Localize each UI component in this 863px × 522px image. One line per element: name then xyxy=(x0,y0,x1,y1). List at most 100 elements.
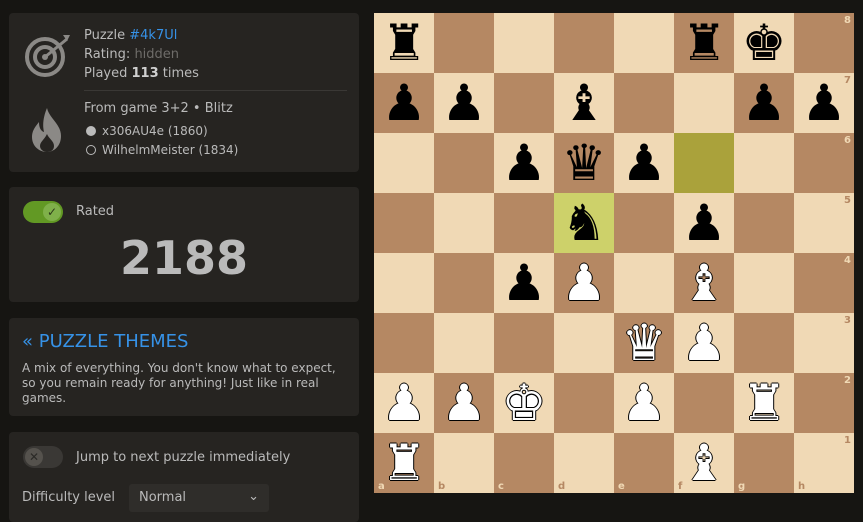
square-g3[interactable] xyxy=(734,313,794,373)
square-a3[interactable] xyxy=(374,313,434,373)
square-c1[interactable]: c xyxy=(494,433,554,493)
square-d7[interactable]: ♝ xyxy=(554,73,614,133)
square-d3[interactable] xyxy=(554,313,614,373)
white-pawn-icon[interactable]: ♟ xyxy=(562,253,607,313)
square-a7[interactable]: ♟ xyxy=(374,73,434,133)
square-d5[interactable]: ♞ xyxy=(554,193,614,253)
square-c2[interactable]: ♚ xyxy=(494,373,554,433)
square-h6[interactable]: 6 xyxy=(794,133,854,193)
square-f5[interactable]: ♟ xyxy=(674,193,734,253)
square-c4[interactable]: ♟ xyxy=(494,253,554,313)
black-bishop-icon[interactable]: ♝ xyxy=(562,73,607,133)
black-pawn-icon[interactable]: ♟ xyxy=(682,193,727,253)
square-d8[interactable] xyxy=(554,13,614,73)
square-d6[interactable]: ♛ xyxy=(554,133,614,193)
square-f4[interactable]: ♝ xyxy=(674,253,734,313)
square-h5[interactable]: 5 xyxy=(794,193,854,253)
chess-board[interactable]: ♜ ♜ ♚ 8 ♟ ♟ ♝ ♟ ♟ 7 ♟ ♛ ♟ 6 ♞ ♟ 5 ♟ ♟ ♝ 4 ♛ ♟ 3 ♟ ♟ ♚ ♟ ♜ 2 ♜ a b c d e ♝ f g 1… xyxy=(374,13,854,493)
square-f8[interactable]: ♜ xyxy=(674,13,734,73)
square-a5[interactable] xyxy=(374,193,434,253)
square-d2[interactable] xyxy=(554,373,614,433)
square-a4[interactable] xyxy=(374,253,434,313)
white-pawn-icon[interactable]: ♟ xyxy=(682,313,727,373)
black-pawn-icon[interactable]: ♟ xyxy=(382,73,427,133)
white-pawn-icon[interactable]: ♟ xyxy=(622,373,667,433)
square-b7[interactable]: ♟ xyxy=(434,73,494,133)
white-queen-icon[interactable]: ♛ xyxy=(622,313,667,373)
black-queen-icon[interactable]: ♛ xyxy=(562,133,607,193)
black-pawn-icon[interactable]: ♟ xyxy=(502,133,547,193)
white-king-icon[interactable]: ♚ xyxy=(502,373,547,433)
square-e8[interactable] xyxy=(614,13,674,73)
white-bishop-icon[interactable]: ♝ xyxy=(682,253,727,313)
square-f6[interactable] xyxy=(674,133,734,193)
square-a1[interactable]: ♜ a xyxy=(374,433,434,493)
square-b3[interactable] xyxy=(434,313,494,373)
square-b6[interactable] xyxy=(434,133,494,193)
square-a6[interactable] xyxy=(374,133,434,193)
square-b1[interactable]: b xyxy=(434,433,494,493)
black-pawn-icon[interactable]: ♟ xyxy=(742,73,787,133)
square-g5[interactable] xyxy=(734,193,794,253)
black-player-name[interactable]: WilhelmMeister (1834) xyxy=(102,143,238,157)
square-a8[interactable]: ♜ xyxy=(374,13,434,73)
white-player-name[interactable]: x306AU4e (1860) xyxy=(102,124,208,138)
white-bishop-icon[interactable]: ♝ xyxy=(682,433,727,493)
square-g7[interactable]: ♟ xyxy=(734,73,794,133)
square-d4[interactable]: ♟ xyxy=(554,253,614,313)
square-e7[interactable] xyxy=(614,73,674,133)
black-pawn-icon[interactable]: ♟ xyxy=(442,73,487,133)
square-a2[interactable]: ♟ xyxy=(374,373,434,433)
square-h3[interactable]: 3 xyxy=(794,313,854,373)
square-h8[interactable]: 8 xyxy=(794,13,854,73)
difficulty-select[interactable]: Normal ⌄ xyxy=(129,484,269,512)
square-b2[interactable]: ♟ xyxy=(434,373,494,433)
black-rook-icon[interactable]: ♜ xyxy=(682,13,727,73)
square-f7[interactable] xyxy=(674,73,734,133)
source-game[interactable]: From game 3+2 • Blitz xyxy=(84,101,233,116)
white-player[interactable]: x306AU4e (1860) xyxy=(86,124,208,138)
square-g4[interactable] xyxy=(734,253,794,313)
white-pawn-icon[interactable]: ♟ xyxy=(442,373,487,433)
square-g1[interactable]: g xyxy=(734,433,794,493)
square-f1[interactable]: ♝ f xyxy=(674,433,734,493)
black-pawn-icon[interactable]: ♟ xyxy=(502,253,547,313)
square-b8[interactable] xyxy=(434,13,494,73)
black-knight-icon[interactable]: ♞ xyxy=(562,193,607,253)
white-rook-icon[interactable]: ♜ xyxy=(382,433,427,493)
square-f3[interactable]: ♟ xyxy=(674,313,734,373)
square-b5[interactable] xyxy=(434,193,494,253)
square-e6[interactable]: ♟ xyxy=(614,133,674,193)
square-h4[interactable]: 4 xyxy=(794,253,854,313)
square-b4[interactable] xyxy=(434,253,494,313)
square-e5[interactable] xyxy=(614,193,674,253)
black-player[interactable]: WilhelmMeister (1834) xyxy=(86,143,238,157)
square-g6[interactable] xyxy=(734,133,794,193)
white-rook-icon[interactable]: ♜ xyxy=(742,373,787,433)
black-pawn-icon[interactable]: ♟ xyxy=(622,133,667,193)
square-d1[interactable]: d xyxy=(554,433,614,493)
black-pawn-icon[interactable]: ♟ xyxy=(802,73,847,133)
square-e3[interactable]: ♛ xyxy=(614,313,674,373)
square-e2[interactable]: ♟ xyxy=(614,373,674,433)
puzzle-themes-link[interactable]: « PUZZLE THEMES xyxy=(22,331,188,352)
black-king-icon[interactable]: ♚ xyxy=(742,13,787,73)
black-rook-icon[interactable]: ♜ xyxy=(382,13,427,73)
white-pawn-icon[interactable]: ♟ xyxy=(382,373,427,433)
square-g2[interactable]: ♜ xyxy=(734,373,794,433)
square-g8[interactable]: ♚ xyxy=(734,13,794,73)
square-f2[interactable] xyxy=(674,373,734,433)
puzzle-id-link[interactable]: #4k7Ul xyxy=(129,28,177,43)
square-c7[interactable] xyxy=(494,73,554,133)
square-c6[interactable]: ♟ xyxy=(494,133,554,193)
square-c8[interactable] xyxy=(494,13,554,73)
square-h7[interactable]: ♟ 7 xyxy=(794,73,854,133)
jump-toggle[interactable]: ✕ xyxy=(23,446,63,468)
rated-toggle[interactable]: ✓ xyxy=(23,201,63,223)
square-c5[interactable] xyxy=(494,193,554,253)
square-e4[interactable] xyxy=(614,253,674,313)
square-c3[interactable] xyxy=(494,313,554,373)
square-h1[interactable]: 1h xyxy=(794,433,854,493)
square-e1[interactable]: e xyxy=(614,433,674,493)
square-h2[interactable]: 2 xyxy=(794,373,854,433)
